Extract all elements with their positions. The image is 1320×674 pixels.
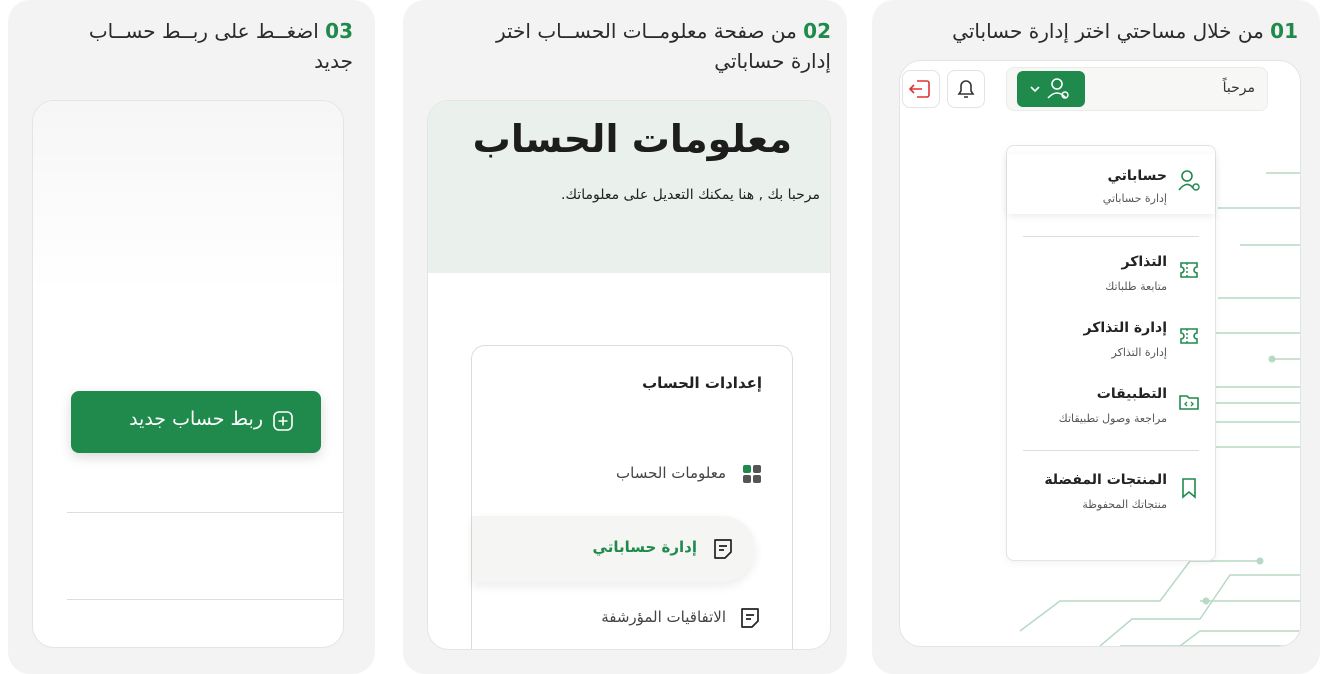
greeting-text: مرحباً [1222, 80, 1255, 96]
step-03-card: 03 اضغــط على ربــط حســاب جديد ربط حساب… [8, 0, 375, 674]
link-new-account-label: ربط حساب جديد [129, 408, 263, 430]
page-title: معلومات الحساب [472, 117, 792, 161]
step-01-card: 01 من خلال مساحتي اختر إدارة حساباتي مرح… [872, 0, 1320, 674]
step-text: من خلال مساحتي اختر إدارة حساباتي [952, 19, 1264, 43]
divider [67, 599, 343, 600]
account-settings-panel: إعدادات الحساب معلومات الحساب إدارة حساب… [471, 345, 793, 649]
document-icon [741, 608, 759, 628]
menu-item-subtitle: متابعة طلباتك [1105, 280, 1167, 293]
settings-title: إعدادات الحساب [642, 374, 762, 392]
settings-item-label: إدارة حساباتي [592, 538, 697, 556]
step-text-line2: جديد [314, 49, 353, 73]
step-01-title: 01 من خلال مساحتي اختر إدارة حساباتي [878, 16, 1298, 46]
user-settings-icon [1178, 170, 1200, 191]
logout-button[interactable] [902, 70, 940, 108]
menu-item-tickets[interactable]: التذاكر متابعة طلباتك [1007, 244, 1215, 304]
menu-item-subtitle: إدارة التذاكر [1111, 346, 1167, 359]
notifications-button[interactable] [947, 70, 985, 108]
bookmark-icon [1182, 478, 1196, 499]
top-navbar: مرحباً [1006, 67, 1268, 111]
settings-item-account-info[interactable]: معلومات الحساب [472, 450, 792, 500]
menu-item-favorite-products[interactable]: المنتجات المفضلة منتجاتك المحفوظة [1007, 462, 1215, 522]
step-number: 01 [1270, 19, 1298, 43]
ticket-icon [1180, 328, 1198, 344]
menu-item-title: حساباتي [1107, 168, 1167, 184]
phone-mockup: معلومات الحساب مرحبا بك , هنا يمكنك التع… [427, 100, 831, 650]
settings-item-label: الاتفاقيات المؤرشفة [601, 608, 726, 626]
menu-item-subtitle: مراجعة وصول تطبيقاتك [1058, 412, 1167, 425]
menu-item-title: التطبيقات [1096, 386, 1167, 402]
logout-icon [908, 80, 930, 98]
phone-mockup: مرحباً حساباتي إدارة حساباتي التذاكر متا… [899, 60, 1301, 647]
step-text: اضغــط على ربــط حســاب [88, 19, 319, 43]
step-text-line2: إدارة حساباتي [714, 49, 831, 73]
account-dropdown-menu: حساباتي إدارة حساباتي التذاكر متابعة طلب… [1006, 145, 1216, 561]
header-fade [33, 101, 343, 291]
code-folder-icon [1179, 395, 1199, 410]
bell-icon [957, 80, 975, 98]
page-subtitle: مرحبا بك , هنا يمكنك التعديل على معلومات… [561, 187, 820, 203]
step-02-card: 02 من صفحة معلومــات الحســاب اختر إدارة… [403, 0, 847, 674]
ticket-icon [1180, 262, 1198, 278]
menu-item-title: المنتجات المفضلة [1044, 472, 1167, 488]
grid-icon [743, 465, 761, 483]
user-settings-icon [1030, 78, 1069, 99]
menu-item-ticket-management[interactable]: إدارة التذاكر إدارة التذاكر [1007, 310, 1215, 370]
phone-mockup: ربط حساب جديد [32, 100, 344, 648]
link-new-account-button[interactable]: ربط حساب جديد [71, 391, 321, 453]
settings-item-archived-agreements[interactable]: الاتفاقيات المؤرشفة [472, 594, 792, 644]
step-03-title: 03 اضغــط على ربــط حســاب جديد [23, 16, 353, 76]
step-number: 03 [325, 19, 353, 43]
step-text: من صفحة معلومــات الحســاب اختر [495, 19, 797, 43]
step-02-title: 02 من صفحة معلومــات الحســاب اختر إدارة… [411, 16, 831, 76]
divider [67, 512, 343, 513]
menu-item-subtitle: إدارة حساباتي [1102, 192, 1167, 205]
page-header: معلومات الحساب مرحبا بك , هنا يمكنك التع… [428, 101, 830, 273]
menu-item-subtitle: منتجاتك المحفوظة [1082, 498, 1167, 511]
settings-item-manage-accounts[interactable]: إدارة حساباتي [472, 516, 755, 582]
menu-item-applications[interactable]: التطبيقات مراجعة وصول تطبيقاتك [1007, 376, 1215, 436]
menu-item-title: التذاكر [1121, 254, 1167, 270]
plus-icon [273, 411, 293, 431]
menu-divider [1023, 450, 1199, 451]
menu-item-title: إدارة التذاكر [1083, 320, 1168, 336]
menu-divider [1023, 236, 1199, 237]
step-number: 02 [803, 19, 831, 43]
settings-item-label: معلومات الحساب [616, 464, 726, 482]
account-menu-button[interactable] [1017, 71, 1085, 107]
document-icon [714, 539, 732, 559]
menu-item-my-accounts[interactable]: حساباتي إدارة حساباتي [1007, 154, 1215, 214]
